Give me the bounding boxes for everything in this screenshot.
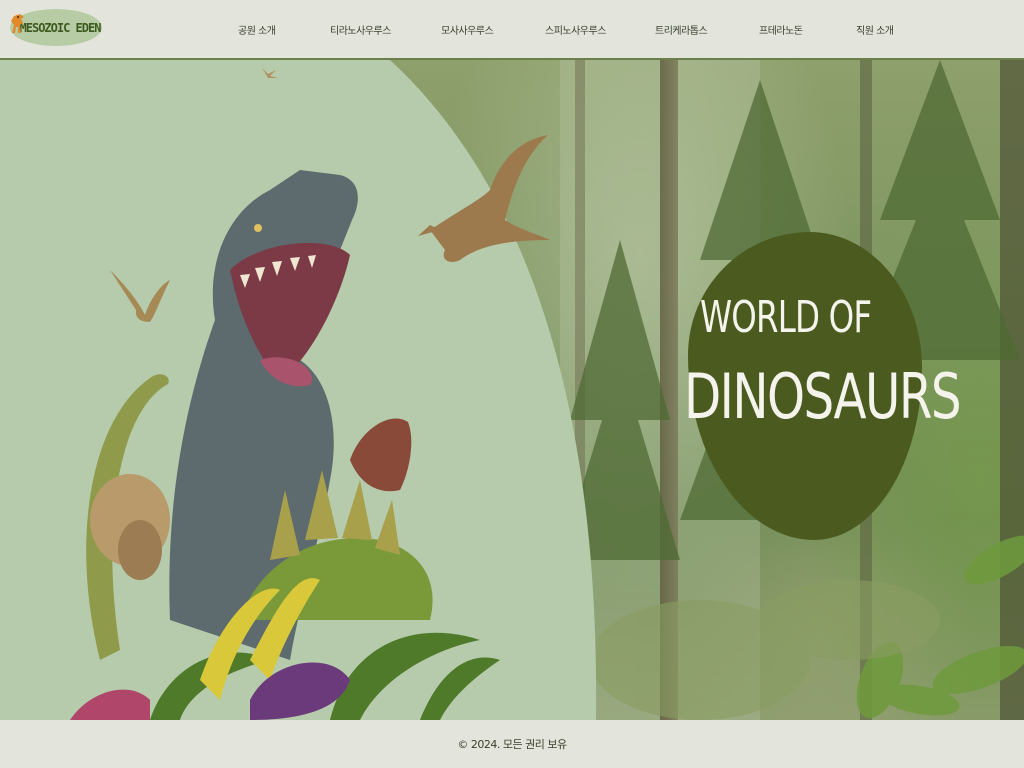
- copyright-text: © 2024. 모든 권리 보유: [457, 738, 567, 751]
- nav-item-triceratops[interactable]: 트리케라톱스: [655, 22, 708, 37]
- site-footer: © 2024. 모든 권리 보유: [0, 720, 1024, 768]
- site-header: MESOZOIC EDEN 공원 소개 티라노사우루스 모사사우루스 스피노사우…: [0, 0, 1024, 60]
- nav-item-staff[interactable]: 직원 소개: [856, 22, 894, 37]
- hero-section: WORLD OF DINOSAURS: [0, 60, 1024, 720]
- main-nav: 공원 소개 티라노사우루스 모사사우루스 스피노사우루스 트리케라톱스 프테라노…: [0, 0, 1024, 58]
- nav-item-tyrannosaurus[interactable]: 티라노사우루스: [330, 22, 391, 37]
- nav-item-spinosaurus[interactable]: 스피노사우루스: [545, 22, 606, 37]
- nav-item-mosasaurus[interactable]: 모사사우루스: [441, 22, 494, 37]
- hero-title-line1: WORLD OF: [700, 292, 872, 343]
- nav-item-pteranodon[interactable]: 프테라노돈: [759, 22, 803, 37]
- nav-item-park-intro[interactable]: 공원 소개: [238, 22, 276, 37]
- hero-title-line2: DINOSAURS: [684, 360, 962, 433]
